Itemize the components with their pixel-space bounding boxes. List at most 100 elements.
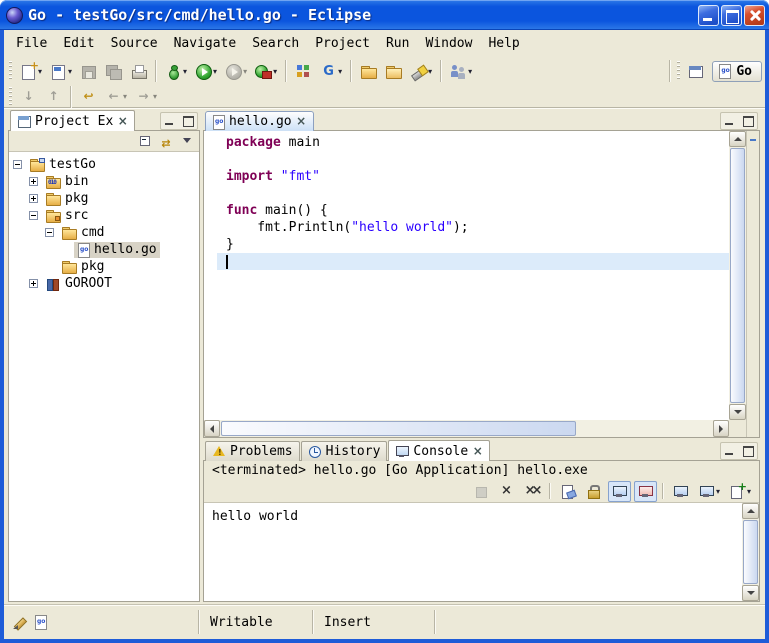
menu-file[interactable]: File xyxy=(8,32,55,55)
dropdown-arrow-icon[interactable] xyxy=(68,67,72,76)
scroll-left-button[interactable] xyxy=(204,420,220,437)
link-with-editor-button[interactable]: ⇄ xyxy=(157,130,175,153)
scroll-track[interactable] xyxy=(729,147,746,404)
scroll-thumb[interactable] xyxy=(221,421,576,436)
maximize-button[interactable] xyxy=(721,5,742,26)
dropdown-arrow-icon[interactable] xyxy=(747,487,751,496)
minimize-view-button[interactable] xyxy=(722,114,738,128)
scroll-track[interactable] xyxy=(742,519,759,585)
code-line-1[interactable]: package main xyxy=(217,134,729,151)
pin-console-button[interactable] xyxy=(669,481,692,502)
scroll-thumb[interactable] xyxy=(743,520,758,584)
dropdown-arrow-icon[interactable] xyxy=(338,67,342,76)
dropdown-arrow-icon[interactable] xyxy=(183,67,187,76)
new-go-element-button[interactable] xyxy=(47,59,75,83)
console-output[interactable]: hello world xyxy=(204,503,742,601)
tree-expander-icon[interactable] xyxy=(29,279,38,288)
code-line-3[interactable]: import "fmt" xyxy=(217,168,729,185)
search-button[interactable] xyxy=(407,59,435,83)
display-selected-console-button[interactable] xyxy=(695,481,723,502)
edit-pencil-icon[interactable] xyxy=(12,615,27,630)
title-bar[interactable]: Go - testGo/src/cmd/hello.go - Eclipse xyxy=(0,0,769,30)
tree-item-pkg[interactable]: pkg xyxy=(9,190,199,207)
show-stderr-button[interactable] xyxy=(634,481,657,502)
menu-search[interactable]: Search xyxy=(244,32,307,55)
dropdown-arrow-icon[interactable] xyxy=(213,67,217,76)
tree-expander-icon[interactable] xyxy=(29,177,38,186)
tree-expander-icon[interactable] xyxy=(29,194,38,203)
close-button[interactable] xyxy=(744,5,765,26)
team-sync-button[interactable] xyxy=(447,59,475,83)
tree-expander-icon[interactable] xyxy=(45,228,54,237)
tab-problems[interactable]: Problems xyxy=(205,441,300,461)
dropdown-arrow-icon[interactable] xyxy=(468,67,472,76)
remove-all-terminated-button[interactable]: ×× xyxy=(521,481,544,502)
console-vertical-scrollbar[interactable] xyxy=(742,503,759,601)
code-line-8[interactable] xyxy=(217,253,729,270)
minimize-view-button[interactable] xyxy=(162,114,178,128)
new-wizard-button[interactable] xyxy=(17,59,45,83)
toolbar-grip[interactable] xyxy=(9,61,12,81)
code-line-5[interactable]: func main() { xyxy=(217,202,729,219)
scroll-thumb[interactable] xyxy=(730,148,745,403)
tree-item-goroot[interactable]: GOROOT xyxy=(9,275,199,292)
code-area[interactable]: package mainimport "fmt"func main() { fm… xyxy=(217,131,729,420)
dropdown-arrow-icon[interactable] xyxy=(123,92,127,101)
maximize-view-button[interactable] xyxy=(180,114,196,128)
external-tools-button[interactable] xyxy=(252,59,280,83)
remove-launch-button[interactable]: × xyxy=(495,481,518,502)
scroll-track[interactable] xyxy=(220,420,713,437)
editor-vertical-scrollbar[interactable] xyxy=(729,131,746,420)
editor-tab-hello-go[interactable]: go hello.go xyxy=(205,111,314,131)
view-menu-button[interactable] xyxy=(178,130,196,153)
scroll-down-button[interactable] xyxy=(742,585,759,601)
project-explorer-tab[interactable]: Project Ex xyxy=(10,110,135,131)
scroll-down-button[interactable] xyxy=(729,404,746,420)
tree-item-hello-go[interactable]: gohello.go xyxy=(9,241,199,258)
new-go-package-button[interactable] xyxy=(292,59,315,83)
minimize-button[interactable] xyxy=(698,5,719,26)
minimize-view-button[interactable] xyxy=(722,444,738,458)
code-line-4[interactable] xyxy=(217,185,729,202)
close-view-icon[interactable] xyxy=(117,114,128,129)
tree-item-pkg[interactable]: pkg xyxy=(9,258,199,275)
tree-expander-icon[interactable] xyxy=(13,160,22,169)
dropdown-arrow-icon[interactable] xyxy=(273,67,277,76)
menu-window[interactable]: Window xyxy=(417,32,480,55)
tree-expander-icon[interactable] xyxy=(29,211,38,220)
close-tab-icon[interactable] xyxy=(472,444,483,459)
menu-navigate[interactable]: Navigate xyxy=(166,32,245,55)
menu-run[interactable]: Run xyxy=(378,32,417,55)
tab-console[interactable]: Console xyxy=(388,440,490,461)
open-go-element-button[interactable] xyxy=(357,59,380,83)
tree-item-src[interactable]: src xyxy=(9,207,199,224)
maximize-view-button[interactable] xyxy=(740,114,756,128)
editor-overview-ruler[interactable] xyxy=(746,131,759,437)
print-button[interactable] xyxy=(127,59,150,83)
last-edit-location-button[interactable]: ↩ xyxy=(77,85,100,109)
tree-item-testgo[interactable]: testGo xyxy=(9,156,199,173)
open-resource-button[interactable] xyxy=(382,59,405,83)
debug-button[interactable] xyxy=(162,59,190,83)
tree-item-bin[interactable]: 010bin xyxy=(9,173,199,190)
dropdown-arrow-icon[interactable] xyxy=(243,67,247,76)
tab-history[interactable]: History xyxy=(301,441,388,461)
scroll-up-button[interactable] xyxy=(742,503,759,519)
go-status-icon[interactable]: go xyxy=(34,615,49,630)
goclipse-button[interactable]: G xyxy=(317,59,345,83)
menu-project[interactable]: Project xyxy=(307,32,378,55)
code-line-2[interactable] xyxy=(217,151,729,168)
dropdown-arrow-icon[interactable] xyxy=(716,487,720,496)
menu-edit[interactable]: Edit xyxy=(55,32,102,55)
show-stdout-button[interactable] xyxy=(608,481,631,502)
code-line-7[interactable]: } xyxy=(217,236,729,253)
editor-horizontal-scrollbar[interactable] xyxy=(204,420,729,437)
toolbar-grip[interactable] xyxy=(9,87,12,107)
close-editor-icon[interactable] xyxy=(296,114,307,129)
tree-item-cmd[interactable]: cmd xyxy=(9,224,199,241)
scroll-up-button[interactable] xyxy=(729,131,746,147)
menu-source[interactable]: Source xyxy=(103,32,166,55)
run-button[interactable] xyxy=(192,59,220,83)
collapse-all-button[interactable] xyxy=(136,130,154,153)
go-perspective-button[interactable]: go Go xyxy=(712,61,762,82)
